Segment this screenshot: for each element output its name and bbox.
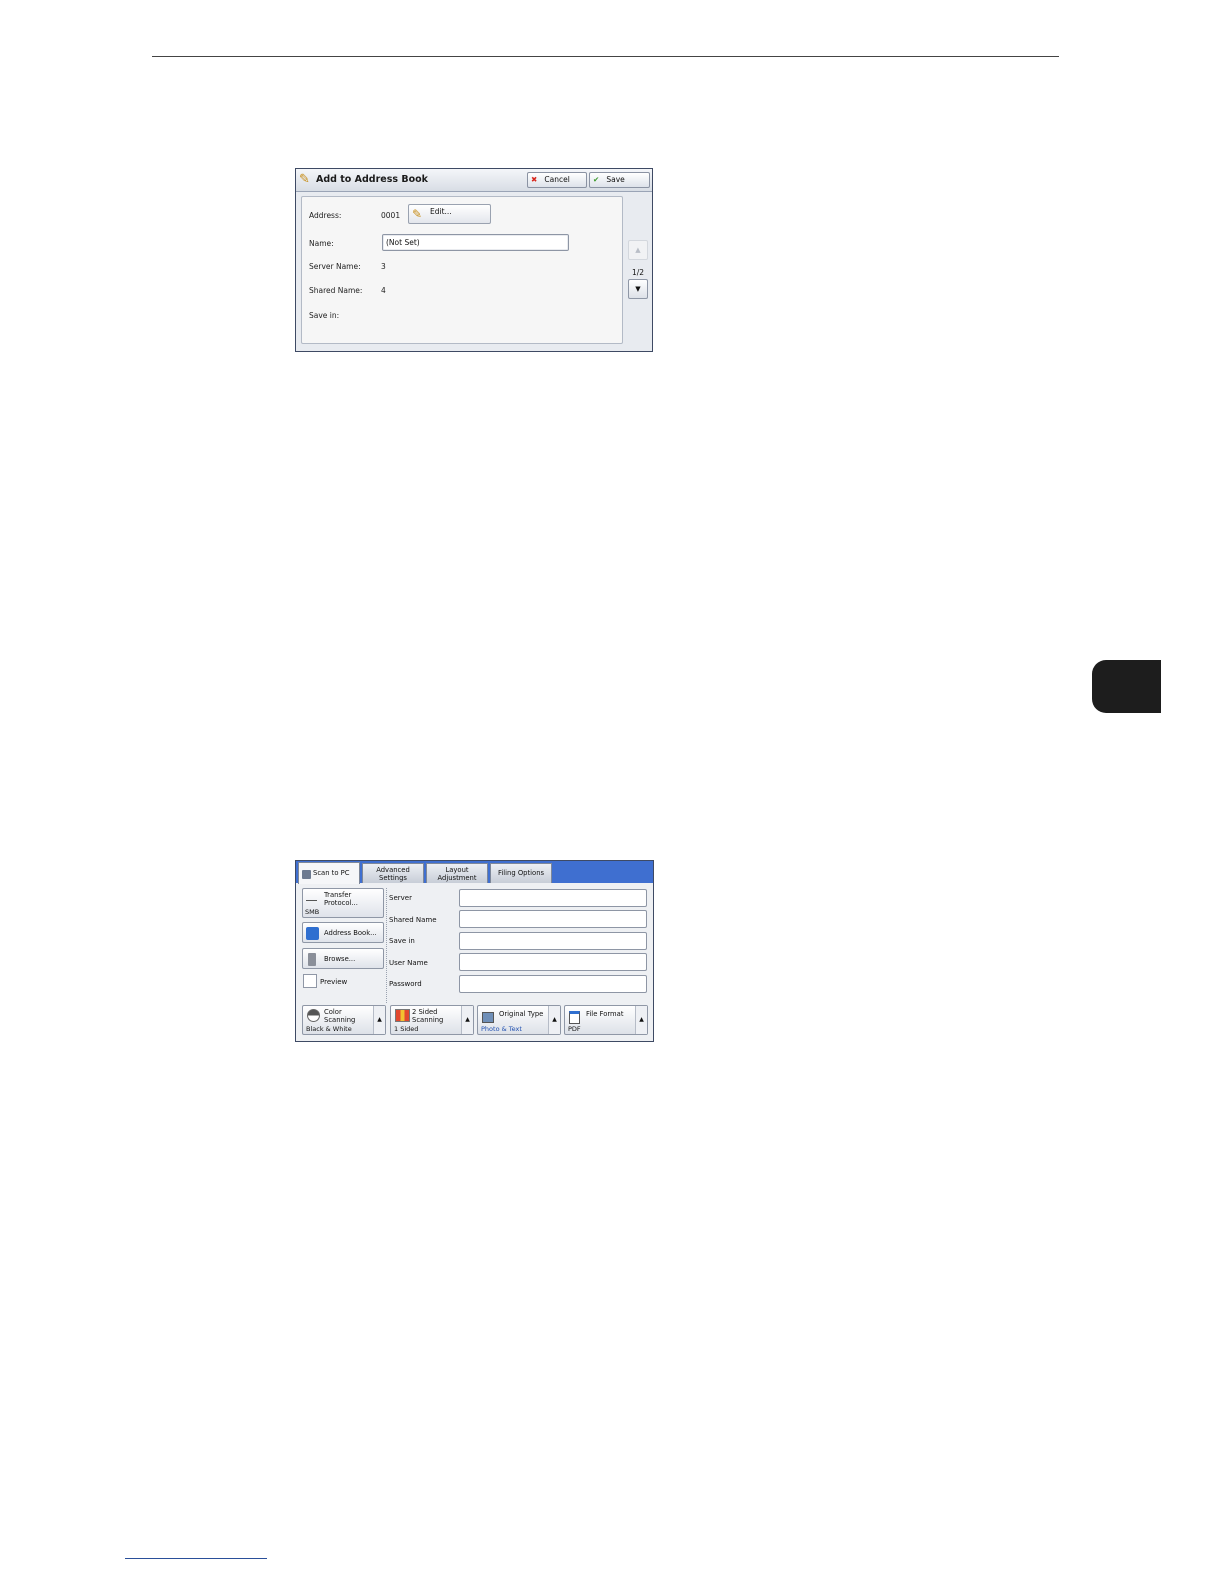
original-type-icon	[482, 1012, 494, 1023]
scan-to-pc-screen: Scan to PC Advanced Settings Layout Adju…	[295, 860, 654, 1042]
address-book-label: Address Book...	[324, 929, 377, 937]
save-check-icon: ✔	[593, 175, 600, 184]
tab-advanced-settings[interactable]: Advanced Settings	[362, 863, 424, 883]
password-input[interactable]	[459, 975, 647, 993]
file-format-value: PDF	[568, 1025, 581, 1033]
two-sided-arrow-icon: ▲	[461, 1006, 473, 1034]
name-field[interactable]: (Not Set)	[382, 234, 569, 251]
chapter-tab-marker	[1092, 660, 1161, 713]
transfer-protocol-value: SMB	[305, 908, 320, 916]
two-sided-scanning-value: 1 Sided	[394, 1025, 419, 1033]
dialog-titlebar: ✎ Add to Address Book ✖ Cancel ✔ Save	[296, 169, 652, 192]
file-format-label: File Format	[586, 1010, 624, 1018]
page-indicator: 1/2	[631, 268, 645, 277]
tab-scan-to-pc[interactable]: Scan to PC	[298, 862, 360, 884]
original-type-arrow-icon: ▲	[548, 1006, 560, 1034]
page-scroller: ▲ 1/2 ▼	[625, 196, 651, 346]
column-divider	[386, 888, 387, 1003]
preview-label: Preview	[320, 978, 348, 986]
save-button[interactable]: ✔ Save	[589, 172, 650, 188]
tab-filing-options[interactable]: Filing Options	[490, 863, 552, 883]
password-label: Password	[389, 980, 422, 988]
shared-name-field-label: Shared Name	[389, 916, 437, 924]
server-name-value: 3	[381, 262, 386, 271]
color-scanning-label: Color Scanning	[324, 1008, 356, 1024]
original-type-button[interactable]: Original Type Photo & Text ▲	[477, 1005, 561, 1035]
shared-name-input[interactable]	[459, 910, 647, 928]
two-sided-scanning-icon	[395, 1009, 410, 1022]
tab-bar: Scan to PC Advanced Settings Layout Adju…	[296, 861, 653, 884]
original-type-label: Original Type	[499, 1010, 544, 1018]
scroll-up-button[interactable]: ▲	[628, 240, 648, 260]
original-type-value: Photo & Text	[481, 1025, 522, 1033]
dialog-body: Address: 0001 ✎ Edit... Name: (Not Set) …	[301, 196, 623, 344]
address-book-button[interactable]: Address Book...	[302, 922, 384, 943]
user-name-label: User Name	[389, 959, 428, 967]
two-sided-scanning-button[interactable]: 2 Sided Scanning 1 Sided ▲	[390, 1005, 474, 1035]
transfer-protocol-label: Transfer Protocol...	[324, 891, 358, 907]
address-book-tool-icon: ✎	[299, 172, 310, 187]
add-to-address-book-dialog: ✎ Add to Address Book ✖ Cancel ✔ Save Ad…	[295, 168, 653, 352]
color-scanning-arrow-icon: ▲	[373, 1006, 385, 1034]
file-format-icon	[569, 1011, 580, 1024]
file-format-arrow-icon: ▲	[635, 1006, 647, 1034]
scroll-down-button[interactable]: ▼	[628, 279, 648, 299]
save-in-input[interactable]	[459, 932, 647, 950]
footer-rule	[125, 1558, 267, 1559]
address-book-icon	[306, 927, 319, 940]
transfer-protocol-button[interactable]: Transfer Protocol... SMB	[302, 888, 384, 918]
save-label: Save	[606, 175, 625, 184]
server-label: Server	[389, 894, 412, 902]
file-format-button[interactable]: File Format PDF ▲	[564, 1005, 648, 1035]
preview-checkbox[interactable]	[303, 974, 317, 988]
server-name-label: Server Name:	[309, 262, 361, 271]
name-value: (Not Set)	[386, 238, 420, 247]
header-rule	[152, 56, 1059, 57]
two-sided-scanning-label: 2 Sided Scanning	[412, 1008, 444, 1024]
save-in-field-label: Save in	[389, 937, 415, 945]
shared-name-label: Shared Name:	[309, 286, 363, 295]
edit-button[interactable]: ✎ Edit...	[408, 204, 491, 224]
color-scanning-button[interactable]: Color Scanning Black & White ▲	[302, 1005, 386, 1035]
browse-button[interactable]: Browse...	[302, 948, 384, 969]
name-label: Name:	[309, 239, 334, 248]
color-scanning-value: Black & White	[306, 1025, 352, 1033]
color-scanning-icon	[307, 1009, 320, 1022]
cancel-label: Cancel	[544, 175, 570, 184]
save-in-label: Save in:	[309, 311, 340, 320]
tab-layout-adjustment[interactable]: Layout Adjustment	[426, 863, 488, 883]
edit-label: Edit...	[430, 207, 452, 216]
scan-to-pc-icon	[302, 870, 311, 879]
cancel-x-icon: ✖	[531, 175, 538, 184]
server-input[interactable]	[459, 889, 647, 907]
address-value: 0001	[381, 211, 401, 220]
dialog-title: Add to Address Book	[316, 174, 428, 185]
shared-name-value: 4	[381, 286, 386, 295]
computer-tower-icon	[308, 953, 316, 966]
edit-tool-icon: ✎	[412, 207, 423, 221]
cancel-button[interactable]: ✖ Cancel	[527, 172, 587, 188]
browse-label: Browse...	[324, 955, 356, 963]
tab-label: Scan to PC	[313, 869, 350, 877]
address-label: Address:	[309, 211, 342, 220]
transfer-protocol-icon	[306, 893, 317, 901]
user-name-input[interactable]	[459, 953, 647, 971]
